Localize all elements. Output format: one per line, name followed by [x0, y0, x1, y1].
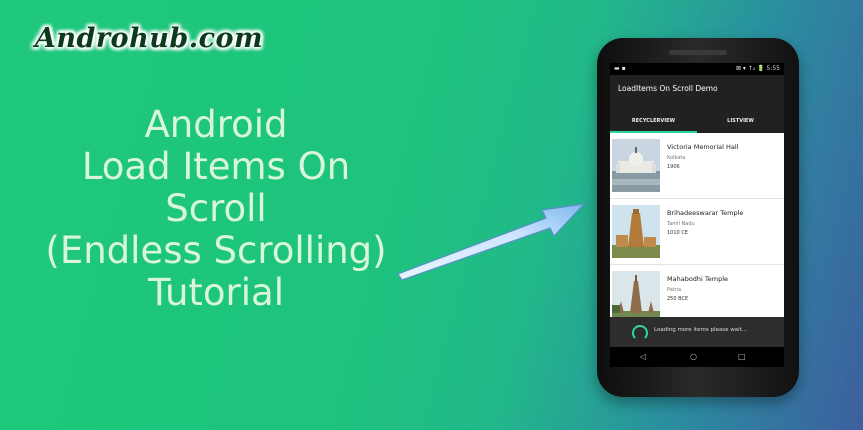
recents-icon[interactable]: □	[738, 347, 746, 367]
loading-spinner-icon	[632, 325, 648, 341]
item-info: Victoria Memorial Hall Kolkata 1906	[667, 143, 738, 170]
loading-bar: Loading more items please wait...	[610, 317, 784, 347]
item-title: Brihadeeswarar Temple	[667, 209, 744, 217]
list-item[interactable]: Victoria Memorial Hall Kolkata 1906	[610, 133, 784, 199]
tab-listview[interactable]: LISTVIEW	[697, 111, 784, 133]
headline-line: Scroll	[165, 187, 267, 230]
back-icon[interactable]: ◁	[640, 347, 646, 367]
pointer-arrow-icon	[397, 203, 586, 280]
item-year: 1010 CE	[667, 230, 688, 236]
list-item[interactable]: Brihadeeswarar Temple Tamil Nadu 1010 CE	[610, 199, 784, 265]
phone-speaker	[669, 50, 727, 55]
item-year: 1906	[667, 164, 680, 170]
app-title: LoadItems On Scroll Demo	[618, 84, 718, 93]
item-place: Patna	[667, 287, 682, 293]
headline-line: Load Items On	[81, 145, 351, 188]
headline: Android Load Items On Scroll (Endless Sc…	[0, 104, 432, 314]
status-bar: ▬ ▪ ⊠ ▾ ↑₂ 🔋 5:55	[610, 63, 784, 75]
loading-text: Loading more items please wait...	[654, 327, 748, 333]
navigation-bar: ◁ ○ □	[610, 347, 784, 367]
status-right: ⊠ ▾ ↑₂ 🔋 5:55	[735, 65, 780, 72]
phone-mockup: ▬ ▪ ⊠ ▾ ↑₂ 🔋 5:55 LoadItems On Scroll De…	[597, 38, 799, 397]
item-place: Kolkata	[667, 155, 686, 161]
phone-screen: ▬ ▪ ⊠ ▾ ↑₂ 🔋 5:55 LoadItems On Scroll De…	[610, 63, 784, 367]
app-bar: LoadItems On Scroll Demo	[610, 75, 784, 111]
headline-line: Tutorial	[147, 271, 285, 314]
androhub-logo: Androhub.com	[30, 16, 268, 62]
memorial-image	[612, 139, 660, 192]
status-left: ▬ ▪	[614, 65, 626, 72]
item-title: Mahabodhi Temple	[667, 275, 729, 283]
item-place: Tamil Nadu	[667, 221, 695, 227]
item-year: 250 BCE	[667, 296, 689, 302]
headline-line: Android	[144, 103, 288, 146]
item-info: Mahabodhi Temple Patna 250 BCE	[667, 275, 728, 302]
temple-image	[612, 205, 660, 258]
items-list: Victoria Memorial Hall Kolkata 1906 Brih…	[610, 133, 784, 331]
home-icon[interactable]: ○	[690, 347, 697, 367]
headline-line: (Endless Scrolling)	[45, 229, 387, 272]
item-info: Brihadeeswarar Temple Tamil Nadu 1010 CE	[667, 209, 743, 236]
item-title: Victoria Memorial Hall	[667, 143, 739, 151]
tab-bar: RECYCLERVIEW LISTVIEW	[610, 111, 784, 133]
logo-text: Androhub.com	[34, 23, 264, 54]
tab-recyclerview[interactable]: RECYCLERVIEW	[610, 111, 697, 133]
